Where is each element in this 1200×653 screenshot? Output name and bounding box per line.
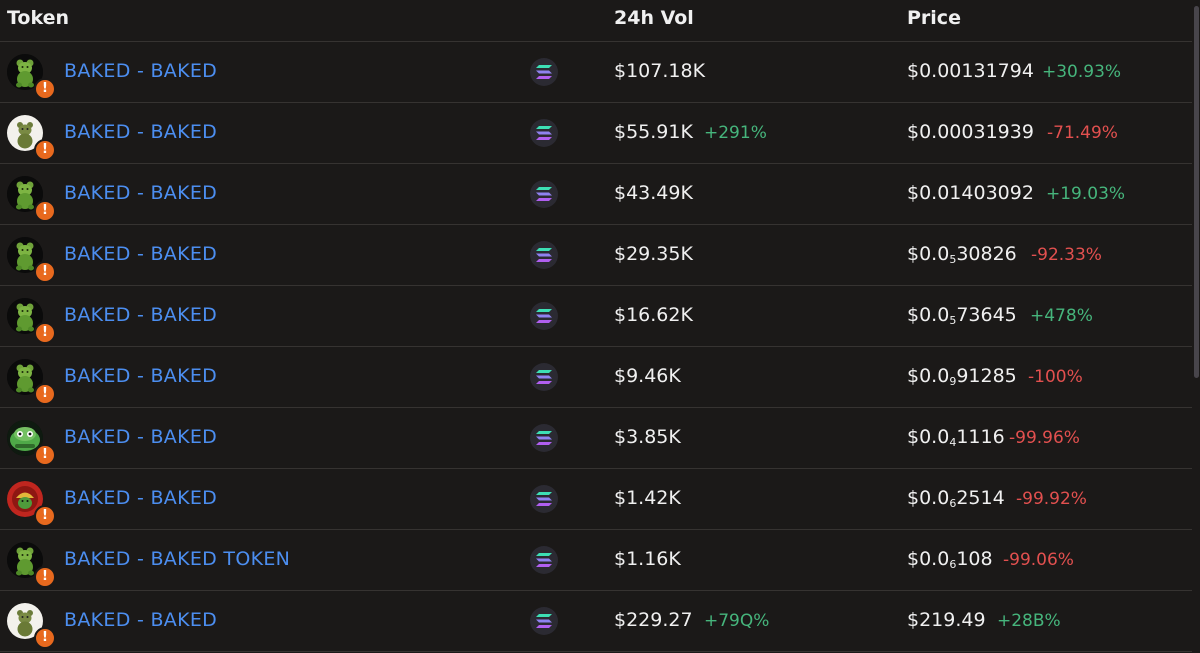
token-row[interactable]: ! BAKED - BAKED $107.18K $0.00131794 +30.93% (0, 42, 1192, 103)
warning-icon[interactable]: ! (34, 444, 56, 466)
token-row[interactable]: ! BAKED - BAKED TOKEN $1.16K $0.06108 -99.06… (0, 530, 1192, 591)
solana-icon (530, 119, 558, 147)
token-row[interactable]: ! BAKED - BAKED $1.42K $0.062514 -99.92% (0, 469, 1192, 530)
token-name-link[interactable]: BAKED - BAKED (64, 487, 217, 509)
price-change: +30.93% (1042, 62, 1122, 82)
price-prefix: $219.49 (907, 609, 986, 631)
price-digits: 30826 (956, 243, 1017, 265)
scrollbar[interactable] (1192, 0, 1200, 653)
token-row[interactable]: ! BAKED - BAKED $229.27 +79Q% $219.49 +28B% (0, 591, 1192, 652)
volume-change: +79Q% (704, 611, 770, 631)
price-digits: 2514 (956, 487, 1005, 509)
price-digits: 91285 (956, 365, 1017, 387)
warning-icon[interactable]: ! (34, 261, 56, 283)
volume-value: $29.35K (614, 243, 693, 265)
volume-value: $9.46K (614, 365, 681, 387)
price-value: $0.041116 (907, 426, 1005, 449)
price-change: -71.49% (1047, 123, 1118, 143)
price-change: +19.03% (1046, 184, 1126, 204)
token-column-header[interactable]: Token (7, 7, 69, 29)
price-prefix: $0.01403092 (907, 182, 1034, 204)
token-name-link[interactable]: BAKED - BAKED (64, 304, 217, 326)
price-prefix: $0.0 (907, 304, 950, 326)
token-row[interactable]: ! BAKED - BAKED $16.62K $0.0573645 +478% (0, 286, 1192, 347)
solana-icon (530, 607, 558, 635)
token-name-link[interactable]: BAKED - BAKED TOKEN (64, 548, 290, 570)
token-name-link[interactable]: BAKED - BAKED (64, 609, 217, 631)
price-value: $0.01403092 (907, 182, 1034, 204)
volume-value: $1.16K (614, 548, 681, 570)
price-change: -100% (1028, 367, 1083, 387)
token-name-link[interactable]: BAKED - BAKED (64, 60, 217, 82)
price-digits: 73645 (956, 304, 1017, 326)
solana-icon (530, 58, 558, 86)
price-prefix: $0.00131794 (907, 60, 1034, 82)
price-value: $0.062514 (907, 487, 1005, 510)
volume-value: $55.91K (614, 121, 693, 143)
token-row[interactable]: ! BAKED - BAKED $9.46K $0.0991285 -100% (0, 347, 1192, 408)
volume-value: $1.42K (614, 487, 681, 509)
price-value: $0.0991285 (907, 365, 1017, 388)
token-name-link[interactable]: BAKED - BAKED (64, 121, 217, 143)
solana-icon (530, 424, 558, 452)
solana-icon (530, 546, 558, 574)
solana-icon (530, 485, 558, 513)
scroll-thumb[interactable] (1194, 6, 1199, 378)
token-row[interactable]: ! BAKED - BAKED $43.49K $0.01403092 +19.03% (0, 164, 1192, 225)
price-change: +28B% (997, 611, 1061, 631)
table-header: Token 24h Vol Price (0, 0, 1192, 42)
volume-value: $43.49K (614, 182, 693, 204)
warning-icon[interactable]: ! (34, 200, 56, 222)
token-row[interactable]: ! BAKED - BAKED $3.85K $0.041116 -99.96% (0, 408, 1192, 469)
token-row[interactable]: ! BAKED - BAKED $29.35K $0.0530826 -92.33% (0, 225, 1192, 286)
volume-value: $107.18K (614, 60, 706, 82)
price-change: -99.06% (1003, 550, 1074, 570)
warning-icon[interactable]: ! (34, 566, 56, 588)
price-change: -99.96% (1009, 428, 1080, 448)
price-value: $0.00031939 (907, 121, 1034, 143)
price-value: $219.49 (907, 609, 986, 631)
price-value: $0.0530826 (907, 243, 1017, 266)
warning-icon[interactable]: ! (34, 78, 56, 100)
solana-icon (530, 363, 558, 391)
volume-value: $229.27 (614, 609, 693, 631)
warning-icon[interactable]: ! (34, 383, 56, 405)
volume-column-header[interactable]: 24h Vol (614, 7, 694, 29)
solana-icon (530, 180, 558, 208)
price-prefix: $0.0 (907, 243, 950, 265)
volume-change: +291% (704, 123, 767, 143)
volume-value: $16.62K (614, 304, 693, 326)
token-name-link[interactable]: BAKED - BAKED (64, 182, 217, 204)
volume-value: $3.85K (614, 426, 681, 448)
price-value: $0.06108 (907, 548, 993, 571)
solana-icon (530, 241, 558, 269)
warning-icon[interactable]: ! (34, 139, 56, 161)
price-prefix: $0.0 (907, 365, 950, 387)
token-row[interactable]: ! BAKED - BAKED $55.91K +291% $0.00031939 -71… (0, 103, 1192, 164)
price-column-header[interactable]: Price (907, 7, 961, 29)
token-name-link[interactable]: BAKED - BAKED (64, 426, 217, 448)
token-name-link[interactable]: BAKED - BAKED (64, 243, 217, 265)
price-change: +478% (1030, 306, 1093, 326)
price-prefix: $0.0 (907, 548, 950, 570)
price-value: $0.0573645 (907, 304, 1017, 327)
price-digits: 1116 (956, 426, 1005, 448)
price-prefix: $0.00031939 (907, 121, 1034, 143)
price-prefix: $0.0 (907, 487, 950, 509)
warning-icon[interactable]: ! (34, 505, 56, 527)
warning-icon[interactable]: ! (34, 322, 56, 344)
warning-icon[interactable]: ! (34, 627, 56, 649)
price-value: $0.00131794 (907, 60, 1034, 82)
solana-icon (530, 302, 558, 330)
price-digits: 108 (956, 548, 993, 570)
token-name-link[interactable]: BAKED - BAKED (64, 365, 217, 387)
price-change: -92.33% (1031, 245, 1102, 265)
price-change: -99.92% (1016, 489, 1087, 509)
price-prefix: $0.0 (907, 426, 950, 448)
